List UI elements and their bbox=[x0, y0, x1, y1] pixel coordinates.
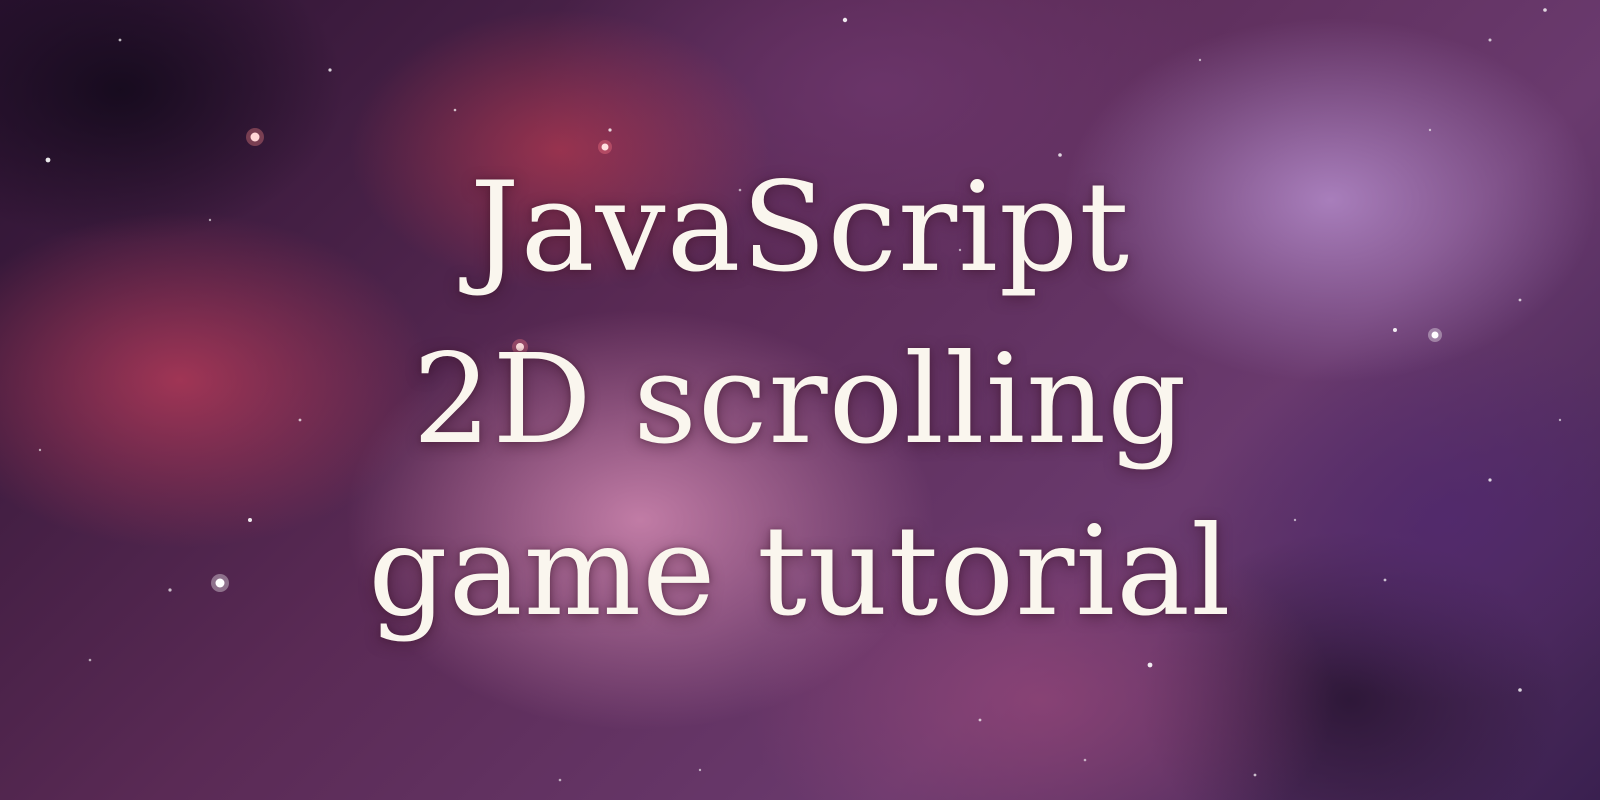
title-line-3: game tutorial bbox=[368, 500, 1232, 644]
tutorial-title: JavaScript 2D scrolling game tutorial bbox=[0, 0, 1600, 800]
title-line-2: 2D scrolling bbox=[412, 328, 1188, 472]
banner-image: JavaScript 2D scrolling game tutorial bbox=[0, 0, 1600, 800]
title-line-1: JavaScript bbox=[469, 156, 1131, 300]
